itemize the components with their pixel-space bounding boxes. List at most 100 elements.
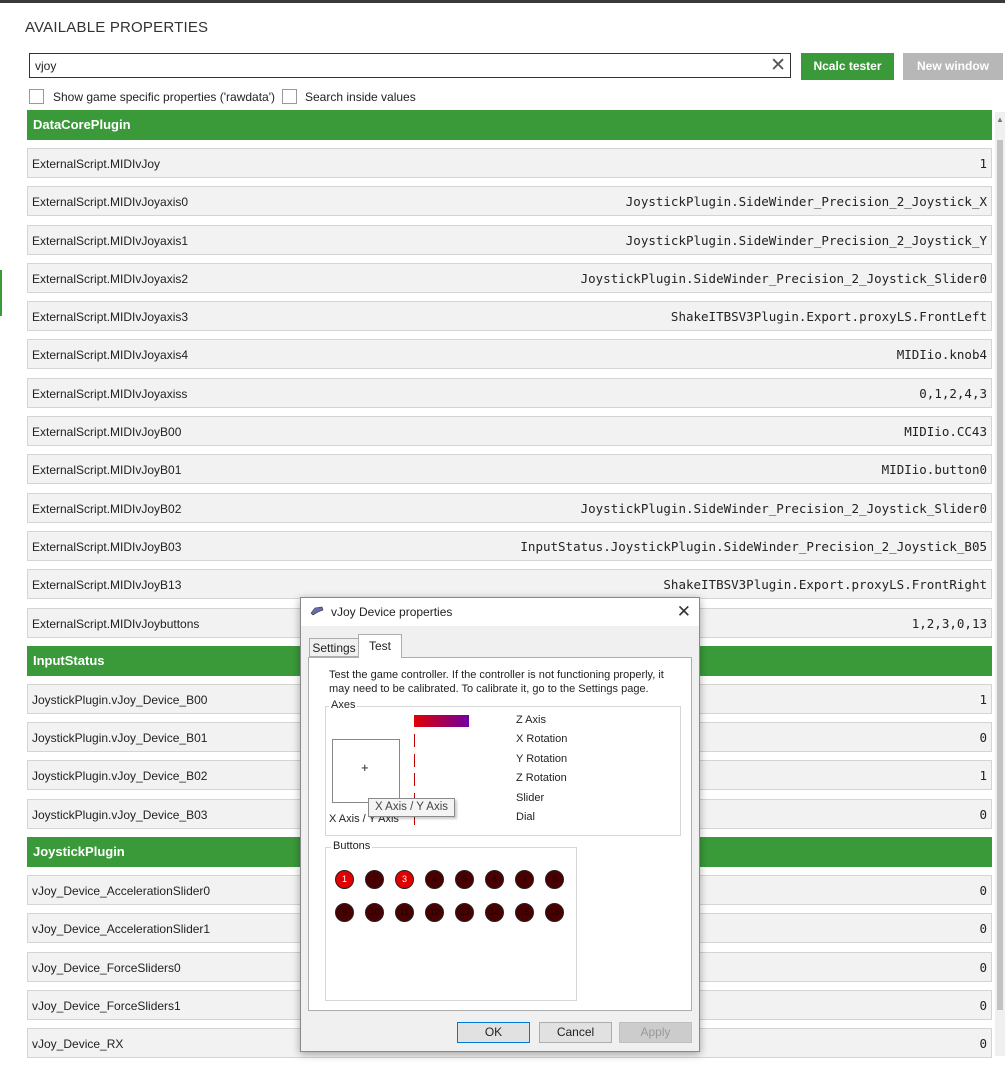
property-row[interactable]: ExternalScript.MIDIvJoyaxiss 0,1,2,4,3 (27, 377, 992, 408)
axis-label-y-rotation: Y Rotation (516, 753, 568, 765)
vjoy-properties-dialog: vJoy Device properties ✕ Settings Test T… (300, 597, 700, 1052)
property-name: ExternalScript.MIDIvJoyaxis4 (32, 348, 189, 363)
button-indicator-15: 15 (515, 903, 534, 922)
property-value: 0 (979, 730, 987, 746)
dialog-title: vJoy Device properties (331, 605, 453, 619)
property-value: 0 (979, 959, 987, 975)
property-value: MIDIio.knob4 (896, 347, 987, 363)
button-indicator-16: 16 (545, 903, 564, 922)
property-value: 0 (979, 1036, 987, 1052)
x-rotation-bar (414, 734, 415, 747)
property-row[interactable]: ExternalScript.MIDIvJoyaxis0 JoystickPlug… (27, 186, 992, 217)
property-value: 0 (979, 883, 987, 899)
apply-button[interactable]: Apply (619, 1022, 692, 1043)
property-name: JoystickPlugin.vJoy_Device_B01 (32, 731, 208, 746)
xy-axis-display: + (332, 739, 400, 803)
property-name: vJoy_Device_AccelerationSlider1 (32, 922, 211, 937)
property-value: 1 (979, 691, 987, 707)
property-value: JoystickPlugin.SideWinder_Precision_2_Jo… (580, 500, 987, 516)
property-name: ExternalScript.MIDIvJoyB13 (32, 578, 182, 593)
property-row[interactable]: ExternalScript.MIDIvJoyB00 MIDIio.CC43 (27, 416, 992, 447)
tab-settings[interactable]: Settings (309, 638, 359, 657)
property-name: JoystickPlugin.vJoy_Device_B02 (32, 769, 208, 784)
close-icon[interactable]: ✕ (677, 602, 691, 622)
dialog-titlebar[interactable]: vJoy Device properties ✕ (301, 598, 699, 626)
search-field[interactable]: ✕ (29, 53, 791, 78)
page-title: AVAILABLE PROPERTIES (25, 19, 209, 36)
property-name: vJoy_Device_AccelerationSlider0 (32, 884, 211, 899)
button-indicator-1: 1 (335, 870, 354, 889)
axis-label-z: Z Axis (516, 714, 546, 726)
property-row[interactable]: ExternalScript.MIDIvJoyB02 JoystickPlugin… (27, 492, 992, 523)
axis-label-dial: Dial (516, 811, 535, 823)
tab-test[interactable]: Test (358, 634, 402, 658)
button-indicator-2: 2 (365, 870, 384, 889)
property-value: JoystickPlugin.SideWinder_Precision_2_Jo… (580, 270, 987, 286)
property-row[interactable]: ExternalScript.MIDIvJoyB03 InputStatus.Jo… (27, 530, 992, 561)
axis-label-z-rotation: Z Rotation (516, 772, 567, 784)
button-indicator-3: 3 (395, 870, 414, 889)
property-name: ExternalScript.MIDIvJoyaxis1 (32, 233, 189, 248)
buttons-group (325, 847, 577, 1001)
property-name: ExternalScript.MIDIvJoyaxis2 (32, 271, 189, 286)
section-header[interactable]: DataCorePlugin (27, 110, 992, 140)
button-indicator-13: 13 (455, 903, 474, 922)
joystick-app-icon (310, 606, 324, 616)
property-name: vJoy_Device_ForceSliders0 (32, 960, 181, 975)
search-values-checkbox[interactable] (282, 89, 297, 104)
cancel-button[interactable]: Cancel (539, 1022, 612, 1043)
axis-label-slider: Slider (516, 792, 545, 804)
ncalc-tester-button[interactable]: Ncalc tester (801, 53, 894, 80)
property-row[interactable]: ExternalScript.MIDIvJoy 1 (27, 148, 992, 178)
new-window-button[interactable]: New window (903, 53, 1003, 80)
property-row[interactable]: ExternalScript.MIDIvJoyaxis1 JoystickPlug… (27, 224, 992, 255)
button-indicator-14: 14 (485, 903, 504, 922)
search-input[interactable] (35, 56, 755, 75)
property-value: ShakeITBSV3Plugin.Export.proxyLS.FrontRi… (663, 577, 987, 593)
axes-group-label: Axes (329, 699, 358, 711)
property-value: 1 (979, 768, 987, 784)
property-row[interactable]: ExternalScript.MIDIvJoyB13 ShakeITBSV3Plu… (27, 569, 992, 600)
property-row[interactable]: ExternalScript.MIDIvJoyB01 MIDIio.button0 (27, 454, 992, 485)
property-row[interactable]: ExternalScript.MIDIvJoyaxis4 MIDIio.knob4 (27, 339, 992, 370)
property-value: ShakeITBSV3Plugin.Export.proxyLS.FrontLe… (670, 309, 987, 325)
property-name: ExternalScript.MIDIvJoyaxiss (32, 386, 188, 401)
property-value: JoystickPlugin.SideWinder_Precision_2_Jo… (625, 194, 987, 210)
property-row[interactable]: ExternalScript.MIDIvJoyaxis2 JoystickPlug… (27, 262, 992, 293)
scrollbar-thumb[interactable] (997, 140, 1003, 1010)
property-value: JoystickPlugin.SideWinder_Precision_2_Jo… (625, 232, 987, 248)
property-name: ExternalScript.MIDIvJoyB02 (32, 501, 182, 516)
button-indicator-10: 10 (365, 903, 384, 922)
rawdata-checkbox-label: Show game specific properties ('rawdata'… (53, 90, 276, 104)
property-value: 0 (979, 997, 987, 1013)
window-top-border (0, 0, 1005, 3)
property-name: JoystickPlugin.vJoy_Device_B03 (32, 807, 208, 822)
property-value: InputStatus.JoystickPlugin.SideWinder_Pr… (520, 538, 987, 554)
property-value: 0 (979, 921, 987, 937)
property-name: ExternalScript.MIDIvJoy (32, 157, 161, 171)
property-value: 1 (979, 156, 987, 171)
property-value: 1,2,3,0,13 (911, 615, 987, 631)
property-value: MIDIio.CC43 (904, 424, 987, 440)
axis-label-x-rotation: X Rotation (516, 733, 568, 745)
property-name: ExternalScript.MIDIvJoybuttons (32, 616, 200, 631)
property-name: ExternalScript.MIDIvJoyB01 (32, 463, 182, 478)
left-edge-marker (0, 270, 2, 316)
rawdata-checkbox[interactable] (29, 89, 44, 104)
property-name: ExternalScript.MIDIvJoyaxis3 (32, 310, 189, 325)
property-value: 0,1,2,4,3 (919, 385, 987, 401)
search-values-checkbox-label: Search inside values (305, 90, 416, 104)
property-row[interactable]: ExternalScript.MIDIvJoyaxis3 ShakeITBSV3P… (27, 301, 992, 332)
button-indicator-7: 7 (515, 870, 534, 889)
ok-button[interactable]: OK (457, 1022, 530, 1043)
property-value: 0 (979, 806, 987, 822)
button-indicator-6: 6 (485, 870, 504, 889)
scroll-up-arrow-icon[interactable]: ▲ (996, 115, 1004, 124)
xy-axis-tooltip: X Axis / Y Axis (368, 798, 455, 817)
buttons-group-label: Buttons (331, 840, 373, 852)
crosshair-icon: + (361, 760, 369, 775)
property-value: MIDIio.button0 (881, 462, 987, 478)
property-name: vJoy_Device_ForceSliders1 (32, 998, 181, 1013)
button-indicator-5: 5 (455, 870, 474, 889)
clear-search-icon[interactable]: ✕ (770, 55, 786, 76)
